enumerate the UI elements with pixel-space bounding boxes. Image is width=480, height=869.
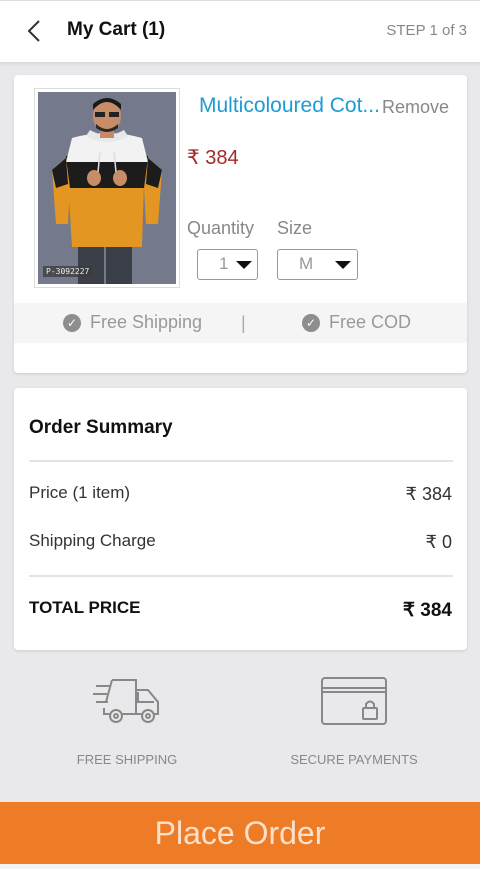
- hoodie-model-illustration: [38, 92, 176, 284]
- page-title: My Cart (1): [67, 19, 166, 40]
- quantity-select[interactable]: 1: [197, 249, 258, 280]
- summary-divider: [29, 460, 453, 462]
- free-shipping-badge: ✓ Free Shipping: [63, 312, 202, 333]
- caret-down-icon: [236, 261, 252, 269]
- order-summary-card: Order Summary Price (1 item) ₹ 384 Shipp…: [14, 388, 467, 650]
- price-items-label: Price (1 item): [29, 483, 131, 502]
- free-cod-text: Free COD: [329, 312, 412, 332]
- summary-divider: [29, 575, 453, 577]
- quantity-value: 1: [219, 254, 229, 273]
- product-image[interactable]: P-3092227: [34, 88, 180, 288]
- size-label: Size: [277, 218, 313, 238]
- total-price-value: ₹ 384: [402, 600, 452, 621]
- check-circle-icon: ✓: [302, 313, 320, 332]
- secure-payments-feature-label: SECURE PAYMENTS: [290, 752, 418, 767]
- order-summary-title: Order Summary: [29, 417, 173, 438]
- cart-item-card: P-3092227 Multicoloured Cot... Remove ₹ …: [14, 75, 467, 373]
- badge-separator: |: [241, 313, 246, 333]
- check-circle-icon: ✓: [63, 313, 81, 332]
- shipping-charge-label: Shipping Charge: [29, 531, 156, 550]
- price-items-value: ₹ 384: [405, 484, 453, 504]
- free-shipping-feature-label: FREE SHIPPING: [76, 752, 178, 767]
- product-sku: P-3092227: [43, 266, 93, 277]
- checkout-step-indicator: STEP 1 of 3: [386, 22, 467, 39]
- product-photo: P-3092227: [38, 92, 176, 284]
- size-select[interactable]: M: [277, 249, 358, 280]
- product-name-link[interactable]: Multicoloured Cot...: [199, 94, 383, 118]
- place-order-button[interactable]: Place Order: [0, 802, 480, 864]
- size-value: M: [299, 254, 314, 273]
- delivery-truck-icon: [93, 679, 159, 723]
- back-button[interactable]: [22, 15, 50, 47]
- caret-down-icon: [335, 261, 351, 269]
- secure-payments-feature: SECURE PAYMENTS: [254, 672, 454, 767]
- free-cod-badge: ✓ Free COD: [302, 312, 411, 333]
- quantity-label: Quantity: [187, 218, 255, 238]
- bottom-strip: [0, 864, 480, 869]
- remove-button[interactable]: Remove: [382, 97, 449, 118]
- chevron-left-icon: [27, 20, 40, 42]
- delivery-badges: ✓ Free Shipping | ✓ Free COD: [14, 303, 467, 343]
- product-price: ₹ 384: [187, 147, 239, 169]
- secure-card-icon: [321, 677, 387, 725]
- total-price-label: TOTAL PRICE: [29, 598, 141, 617]
- shipping-charge-value: ₹ 0: [425, 532, 452, 552]
- app-header: My Cart (1) STEP 1 of 3: [0, 0, 480, 62]
- free-shipping-text: Free Shipping: [90, 312, 203, 332]
- free-shipping-feature: FREE SHIPPING: [27, 672, 227, 767]
